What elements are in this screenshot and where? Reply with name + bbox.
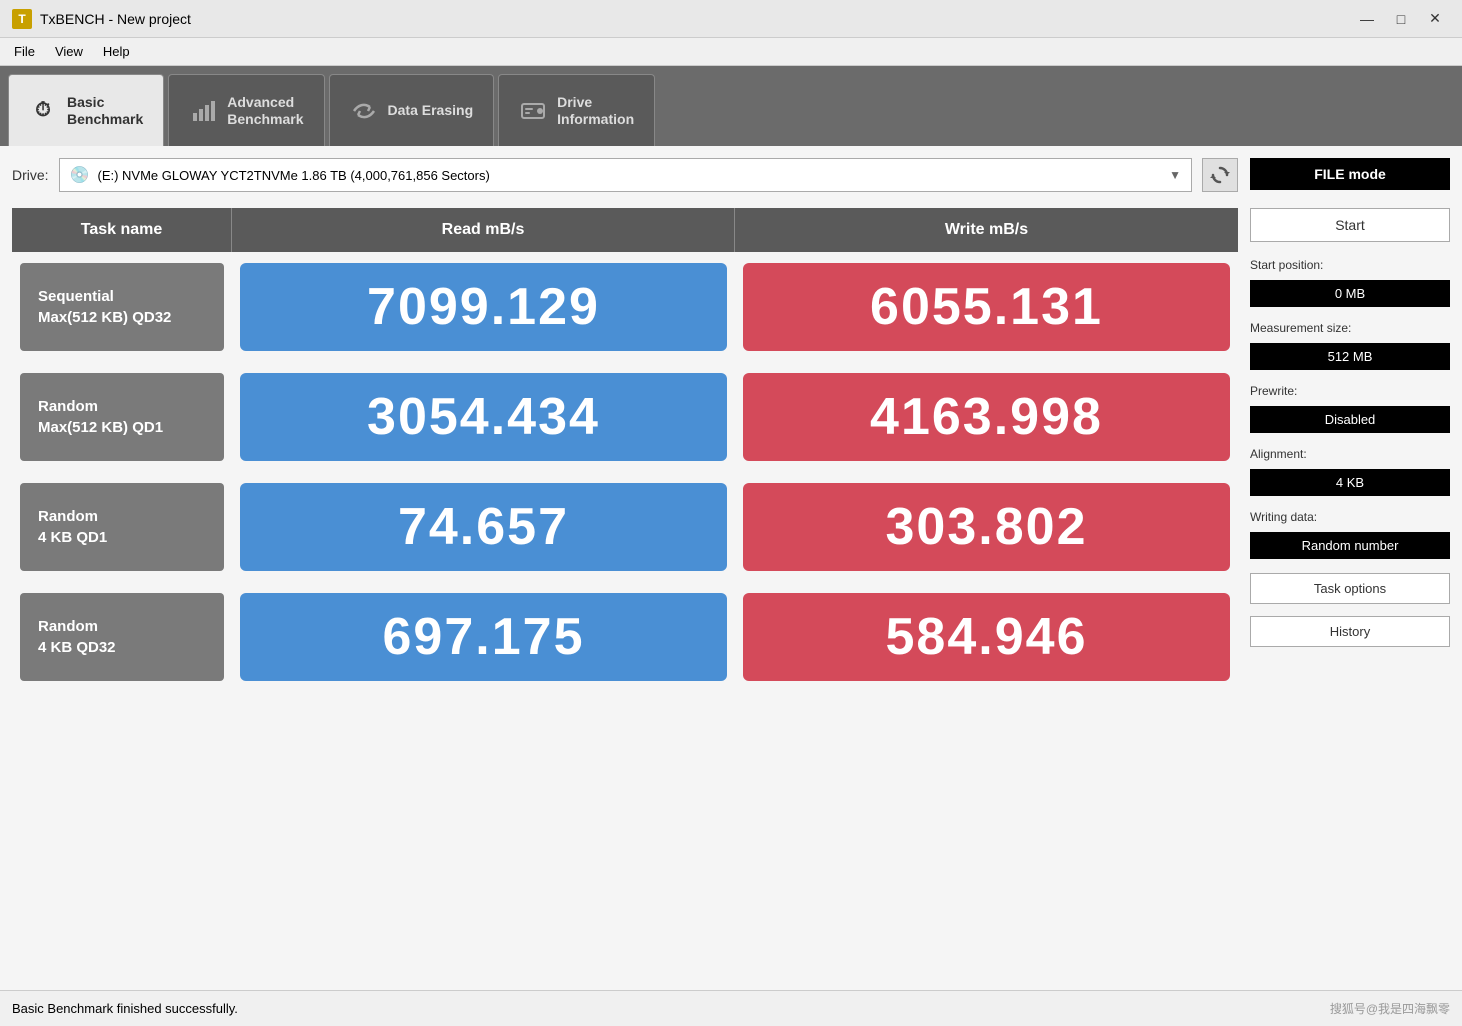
read-box-0: 7099.129 <box>240 263 727 351</box>
advanced-benchmark-icon <box>189 97 217 125</box>
table-row: Random4 KB QD1 74.657 303.802 <box>12 472 1238 582</box>
drive-icon: 💿 <box>70 165 90 185</box>
menu-file[interactable]: File <box>4 42 45 61</box>
refresh-button[interactable] <box>1202 158 1238 192</box>
tab-erasing-label: Data Erasing <box>388 102 474 119</box>
read-value-3: 697.175 <box>383 607 585 667</box>
task-options-button[interactable]: Task options <box>1250 573 1450 604</box>
tab-advanced-benchmark[interactable]: AdvancedBenchmark <box>168 74 324 146</box>
write-cell-2: 303.802 <box>735 472 1238 582</box>
write-cell-1: 4163.998 <box>735 362 1238 472</box>
read-cell-2: 74.657 <box>232 472 735 582</box>
drive-value: (E:) NVMe GLOWAY YCT2TNVMe 1.86 TB (4,00… <box>97 168 489 183</box>
tab-drive-label: DriveInformation <box>557 94 634 128</box>
write-cell-3: 584.946 <box>735 582 1238 692</box>
menu-bar: File View Help <box>0 38 1462 66</box>
drive-select[interactable]: 💿 (E:) NVMe GLOWAY YCT2TNVMe 1.86 TB (4,… <box>59 158 1192 192</box>
read-cell-0: 7099.129 <box>232 252 735 362</box>
measurement-size-label: Measurement size: <box>1250 321 1450 335</box>
menu-view[interactable]: View <box>45 42 93 61</box>
window-controls: — □ ✕ <box>1352 8 1450 30</box>
task-name-box-3: Random4 KB QD32 <box>20 593 224 681</box>
task-name-box-2: Random4 KB QD1 <box>20 483 224 571</box>
table-row: Random4 KB QD32 697.175 584.946 <box>12 582 1238 692</box>
watermark: 搜狐号@我是四海飘零 <box>1330 1000 1450 1017</box>
write-box-2: 303.802 <box>743 483 1230 571</box>
task-name-box-1: RandomMax(512 KB) QD1 <box>20 373 224 461</box>
close-button[interactable]: ✕ <box>1420 8 1450 30</box>
write-value-0: 6055.131 <box>870 277 1103 337</box>
writing-data-label: Writing data: <box>1250 510 1450 524</box>
read-value-0: 7099.129 <box>367 277 600 337</box>
tab-drive-information[interactable]: DriveInformation <box>498 74 655 146</box>
prewrite-label: Prewrite: <box>1250 384 1450 398</box>
task-cell-0: SequentialMax(512 KB) QD32 <box>12 252 232 362</box>
drive-select-inner: 💿 (E:) NVMe GLOWAY YCT2TNVMe 1.86 TB (4,… <box>70 165 1170 185</box>
write-value-2: 303.802 <box>886 497 1088 557</box>
task-cell-2: Random4 KB QD1 <box>12 472 232 582</box>
header-task-name: Task name <box>12 208 232 252</box>
read-cell-3: 697.175 <box>232 582 735 692</box>
task-cell-3: Random4 KB QD32 <box>12 582 232 692</box>
status-message: Basic Benchmark finished successfully. <box>12 1001 238 1016</box>
read-value-2: 74.657 <box>398 497 569 557</box>
write-box-3: 584.946 <box>743 593 1230 681</box>
table-row: SequentialMax(512 KB) QD32 7099.129 6055… <box>12 252 1238 362</box>
header-write: Write mB/s <box>735 208 1238 252</box>
read-box-3: 697.175 <box>240 593 727 681</box>
drive-row: Drive: 💿 (E:) NVMe GLOWAY YCT2TNVMe 1.86… <box>12 158 1238 200</box>
dropdown-arrow-icon: ▼ <box>1169 168 1181 182</box>
menu-help[interactable]: Help <box>93 42 140 61</box>
file-mode-button[interactable]: FILE mode <box>1250 158 1450 190</box>
tab-basic-label: BasicBenchmark <box>67 94 143 128</box>
benchmark-table: Task name Read mB/s Write mB/s Sequentia… <box>12 208 1238 692</box>
prewrite-value: Disabled <box>1250 406 1450 433</box>
writing-data-value: Random number <box>1250 532 1450 559</box>
start-button[interactable]: Start <box>1250 208 1450 242</box>
history-button[interactable]: History <box>1250 616 1450 647</box>
window-title: TxBENCH - New project <box>40 11 191 27</box>
title-bar-left: T TxBENCH - New project <box>12 9 191 29</box>
header-read: Read mB/s <box>232 208 735 252</box>
write-box-1: 4163.998 <box>743 373 1230 461</box>
measurement-size-value: 512 MB <box>1250 343 1450 370</box>
write-box-0: 6055.131 <box>743 263 1230 351</box>
task-name-box-0: SequentialMax(512 KB) QD32 <box>20 263 224 351</box>
table-row: RandomMax(512 KB) QD1 3054.434 4163.998 <box>12 362 1238 472</box>
title-bar: T TxBENCH - New project — □ ✕ <box>0 0 1462 38</box>
start-position-label: Start position: <box>1250 258 1450 272</box>
alignment-label: Alignment: <box>1250 447 1450 461</box>
read-box-1: 3054.434 <box>240 373 727 461</box>
drive-label: Drive: <box>12 167 49 183</box>
left-panel: Drive: 💿 (E:) NVMe GLOWAY YCT2TNVMe 1.86… <box>12 158 1238 978</box>
write-cell-0: 6055.131 <box>735 252 1238 362</box>
task-cell-1: RandomMax(512 KB) QD1 <box>12 362 232 472</box>
data-erasing-icon <box>350 97 378 125</box>
tab-basic-benchmark[interactable]: ⏱ BasicBenchmark <box>8 74 164 146</box>
maximize-button[interactable]: □ <box>1386 8 1416 30</box>
right-panel: FILE mode Start Start position: 0 MB Mea… <box>1250 158 1450 978</box>
tab-bar: ⏱ BasicBenchmark AdvancedBenchmark Data … <box>0 66 1462 146</box>
read-cell-1: 3054.434 <box>232 362 735 472</box>
write-value-1: 4163.998 <box>870 387 1103 447</box>
tab-advanced-label: AdvancedBenchmark <box>227 94 303 128</box>
drive-information-icon <box>519 97 547 125</box>
tab-data-erasing[interactable]: Data Erasing <box>329 74 495 146</box>
start-position-value: 0 MB <box>1250 280 1450 307</box>
read-box-2: 74.657 <box>240 483 727 571</box>
main-content: Drive: 💿 (E:) NVMe GLOWAY YCT2TNVMe 1.86… <box>0 146 1462 990</box>
minimize-button[interactable]: — <box>1352 8 1382 30</box>
app-icon: T <box>12 9 32 29</box>
alignment-value: 4 KB <box>1250 469 1450 496</box>
read-value-1: 3054.434 <box>367 387 600 447</box>
status-bar: Basic Benchmark finished successfully. 搜… <box>0 990 1462 1026</box>
basic-benchmark-icon: ⏱ <box>29 97 57 125</box>
write-value-3: 584.946 <box>886 607 1088 667</box>
